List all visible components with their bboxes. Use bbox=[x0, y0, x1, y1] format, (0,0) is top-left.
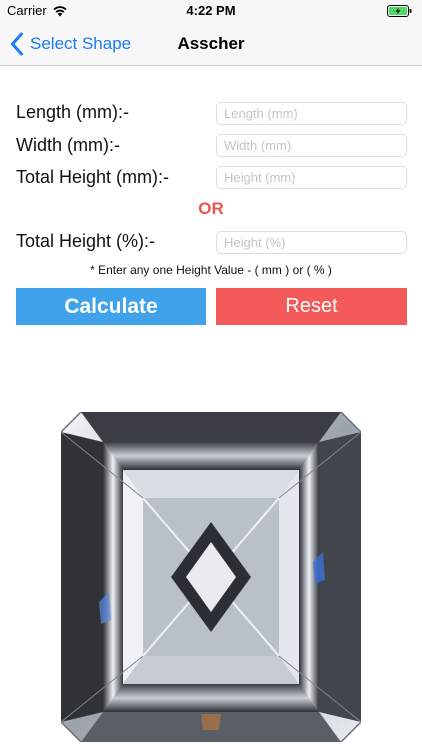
total-height-percent-input[interactable] bbox=[216, 231, 407, 254]
navigation-bar: Select Shape Asscher bbox=[0, 22, 422, 66]
battery-charging-icon bbox=[387, 5, 412, 17]
width-label: Width (mm):- bbox=[16, 135, 120, 155]
total-height-mm-label: Total Height (mm):- bbox=[16, 167, 170, 187]
asscher-diamond-image bbox=[61, 412, 361, 742]
page-title: Asscher bbox=[177, 34, 245, 53]
length-label: Length (mm):- bbox=[16, 102, 130, 122]
total-height-mm-input[interactable] bbox=[216, 166, 407, 189]
or-separator: OR bbox=[198, 199, 224, 218]
width-input[interactable] bbox=[216, 134, 407, 157]
length-input[interactable] bbox=[216, 102, 407, 125]
height-hint-note: * Enter any one Height Value - ( mm ) or… bbox=[90, 263, 332, 277]
calculate-button[interactable]: Calculate bbox=[16, 288, 206, 325]
total-height-percent-label: Total Height (%):- bbox=[16, 231, 156, 251]
status-bar: Carrier 4:22 PM bbox=[0, 0, 422, 22]
status-time: 4:22 PM bbox=[186, 3, 236, 18]
reset-button[interactable]: Reset bbox=[216, 288, 407, 325]
